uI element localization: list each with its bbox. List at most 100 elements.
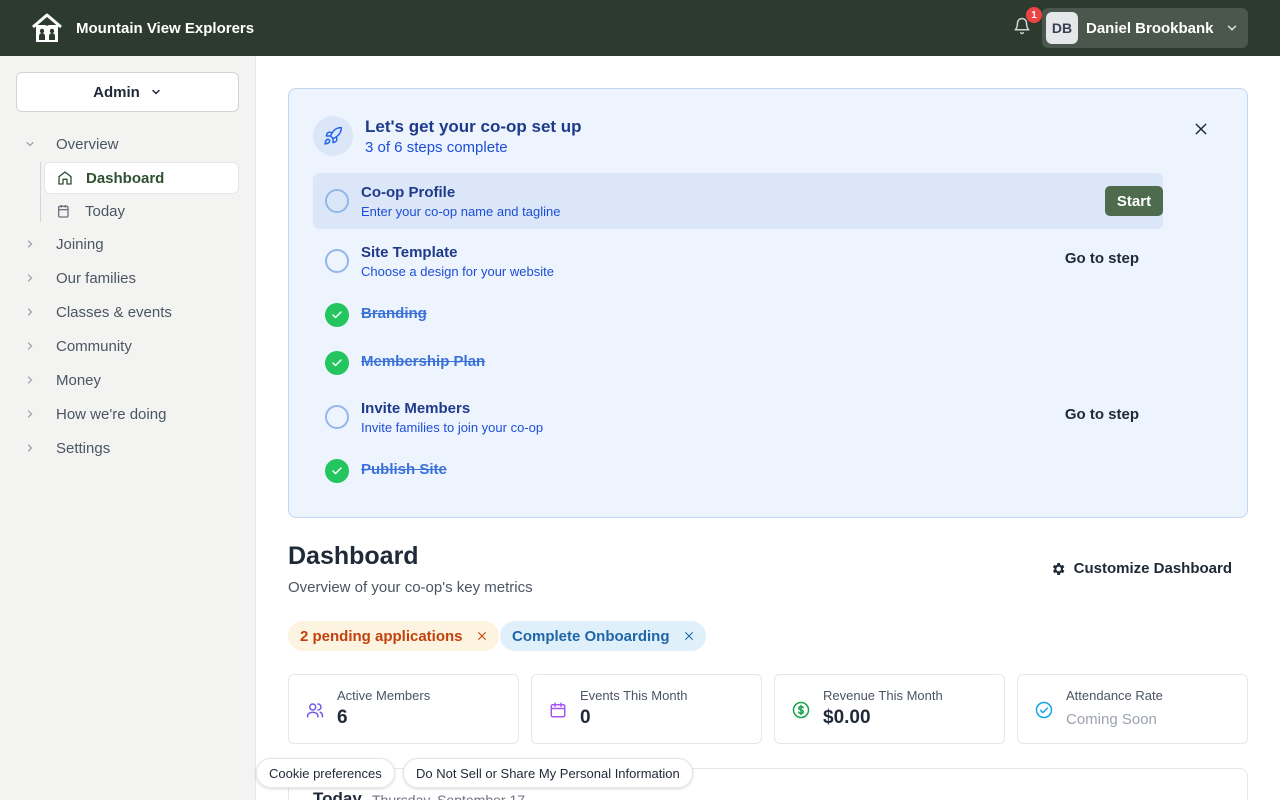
step-title: Publish Site [361, 461, 447, 478]
pill-label: 2 pending applications [300, 627, 463, 645]
stat-value: $0.00 [823, 707, 871, 728]
close-button[interactable] [1191, 121, 1211, 141]
sidebar-item-classes-events[interactable]: Classes & events [24, 298, 172, 326]
setup-step-site-template[interactable]: Site Template Choose a design for your w… [313, 233, 1163, 289]
sidebar-item-joining[interactable]: Joining [24, 230, 104, 258]
stat-label: Events This Month [580, 688, 688, 703]
check-circle-icon [325, 303, 349, 327]
notifications-button[interactable]: 1 [1010, 7, 1042, 40]
stat-label: Revenue This Month [823, 688, 943, 703]
stat-label: Attendance Rate [1066, 688, 1163, 703]
role-label: Admin [93, 83, 140, 101]
step-title: Branding [361, 305, 427, 322]
stat-value: 6 [337, 707, 348, 728]
chevron-right-icon [24, 306, 44, 318]
brand[interactable]: Mountain View Explorers [30, 11, 254, 45]
chevron-down-icon [1220, 16, 1244, 40]
stat-value: Coming Soon [1066, 711, 1157, 728]
chevron-right-icon [24, 408, 44, 420]
setup-step-publish-site[interactable]: Publish Site [313, 443, 1163, 499]
chevron-right-icon [24, 442, 44, 454]
step-title: Invite Members [361, 400, 471, 417]
sidebar-item-dashboard[interactable]: Dashboard [44, 162, 239, 194]
calendar-icon [549, 701, 567, 719]
sidebar-item-how-were-doing[interactable]: How we're doing [24, 400, 166, 428]
sidebar-item-label: Today [85, 202, 126, 220]
sidebar-item-label: Joining [56, 235, 104, 253]
step-description: Enter your co-op name and tagline [361, 204, 561, 219]
setup-step-membership-plan[interactable]: Membership Plan [313, 335, 1163, 391]
chevron-right-icon [24, 238, 44, 250]
customize-dashboard-button[interactable]: Customize Dashboard [1050, 560, 1232, 577]
sidebar-item-settings[interactable]: Settings [24, 434, 110, 462]
today-date: Thursday, September 17 [372, 792, 526, 800]
sidebar-item-our-families[interactable]: Our families [24, 264, 136, 292]
pill-label: Complete Onboarding [512, 627, 670, 645]
sidebar-item-today[interactable]: Today [44, 195, 239, 227]
step-description: Choose a design for your website [361, 264, 554, 279]
user-name: Daniel Brookbank [1086, 19, 1214, 37]
do-not-sell-button[interactable]: Do Not Sell or Share My Personal Informa… [403, 758, 693, 788]
stat-card-revenue-this-month[interactable]: Revenue This Month $0.00 [774, 674, 1005, 744]
sidebar-item-label: Settings [56, 439, 111, 457]
brand-name: Mountain View Explorers [76, 19, 255, 37]
notification-badge: 1 [1026, 7, 1042, 23]
sidebar-item-community[interactable]: Community [24, 332, 132, 360]
step-title: Site Template [361, 244, 458, 261]
role-select[interactable]: Admin [16, 72, 239, 112]
close-icon [1194, 122, 1208, 141]
user-menu-button[interactable]: DB Daniel Brookbank [1042, 8, 1248, 48]
customize-label: Customize Dashboard [1073, 560, 1232, 577]
chevron-right-icon [24, 340, 44, 352]
sidebar-item-label: How we're doing [56, 405, 167, 423]
sidebar-item-money[interactable]: Money [24, 366, 101, 394]
stat-value: 0 [580, 707, 591, 728]
close-icon[interactable] [684, 631, 694, 641]
users-icon [306, 701, 324, 719]
sidebar-item-label: Our families [56, 269, 137, 287]
rocket-icon [313, 116, 353, 156]
complete-onboarding-pill[interactable]: Complete Onboarding [500, 621, 706, 651]
sidebar-item-label: Dashboard [86, 169, 165, 187]
step-description: Invite families to join your co-op [361, 420, 544, 435]
check-circle-icon [325, 351, 349, 375]
calendar-today-icon [56, 203, 72, 219]
sidebar-item-label: Classes & events [56, 303, 172, 321]
step-incomplete-icon [325, 249, 349, 273]
go-to-step-button[interactable]: Go to step [1065, 250, 1139, 267]
home-icon [57, 170, 73, 186]
sidebar-item-overview[interactable]: Overview [24, 130, 119, 158]
sidebar-item-label: Overview [56, 135, 119, 153]
chevron-right-icon [24, 272, 44, 284]
setup-progress: 3 of 6 steps complete [365, 139, 508, 156]
cookie-preferences-button[interactable]: Cookie preferences [256, 758, 395, 788]
chevron-down-icon [150, 86, 162, 98]
sidebar-item-label: Money [56, 371, 102, 389]
stat-card-attendance-rate[interactable]: Attendance Rate Coming Soon [1017, 674, 1248, 744]
stat-card-events-this-month[interactable]: Events This Month 0 [531, 674, 762, 744]
top-bar: Mountain View Explorers 1 DB Daniel Broo… [0, 0, 1280, 56]
step-incomplete-icon [325, 189, 349, 213]
gear-icon [1050, 561, 1066, 577]
today-title: Today [313, 789, 362, 800]
pending-applications-pill[interactable]: 2 pending applications [288, 621, 499, 651]
chevron-right-icon [24, 374, 44, 386]
house-logo-icon [30, 11, 64, 45]
stat-card-active-members[interactable]: Active Members 6 [288, 674, 519, 744]
check-circle-icon [325, 459, 349, 483]
setup-step-invite-members[interactable]: Invite Members Invite families to join y… [313, 389, 1163, 445]
start-button[interactable]: Start [1105, 186, 1163, 216]
step-incomplete-icon [325, 405, 349, 429]
page-subtitle: Overview of your co-op's key metrics [288, 579, 533, 596]
step-title: Co-op Profile [361, 184, 456, 201]
setup-step-coop-profile[interactable]: Co-op Profile Enter your co-op name and … [313, 173, 1163, 229]
close-icon[interactable] [477, 631, 487, 641]
stat-label: Active Members [337, 688, 431, 703]
sidebar: Admin Overview Dashboard Today Joining O… [0, 56, 256, 800]
step-title: Membership Plan [361, 353, 486, 370]
check-circle-icon [1035, 701, 1053, 719]
go-to-step-button[interactable]: Go to step [1065, 406, 1139, 423]
setup-title: Let's get your co-op set up [365, 117, 582, 136]
dollar-icon [792, 701, 810, 719]
page-title: Dashboard [288, 542, 419, 570]
